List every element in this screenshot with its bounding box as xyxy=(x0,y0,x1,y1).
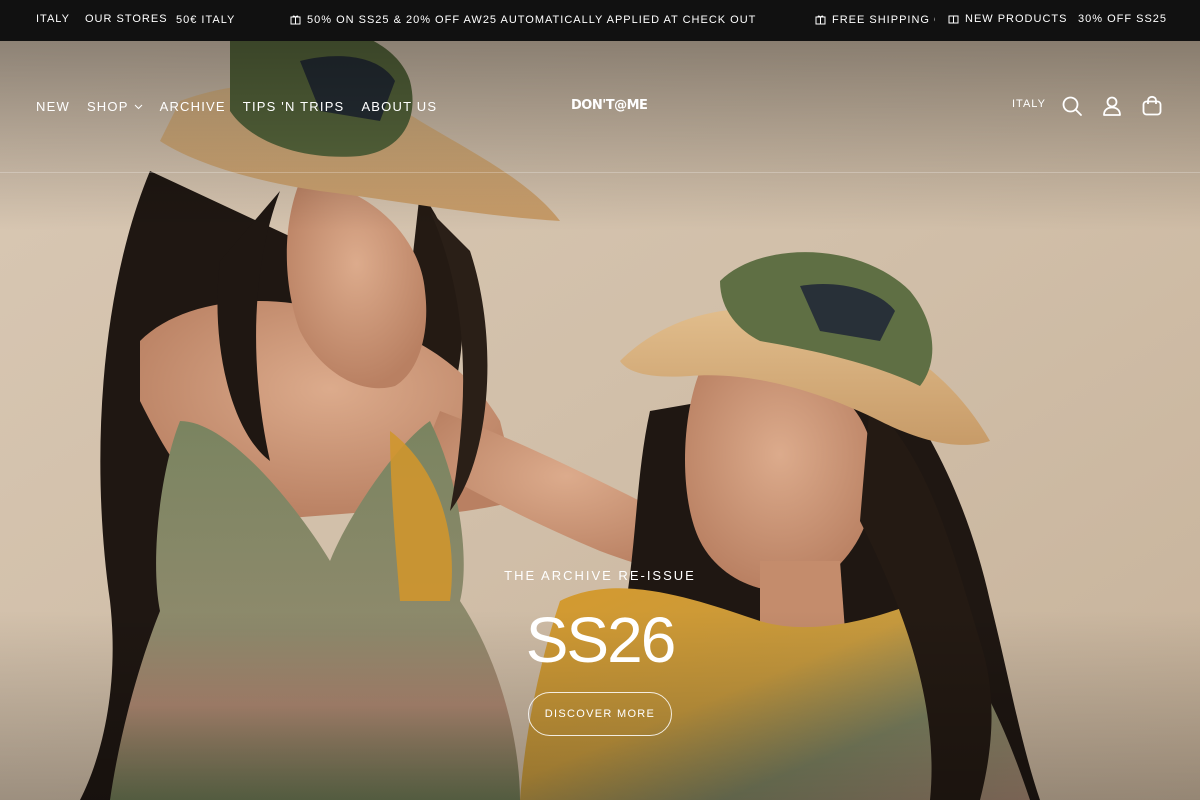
gift-box-icon xyxy=(815,15,826,25)
announcement-bar: ITALY OUR STORES 50€ ITALY 50% ON SS25 &… xyxy=(0,0,1200,41)
search-icon[interactable] xyxy=(1061,95,1083,117)
nav-item-new[interactable]: NEW xyxy=(36,99,70,114)
nav-item-shop-label: SHOP xyxy=(86,99,129,114)
nav-item-archive[interactable]: ARCHIVE xyxy=(160,99,226,114)
gift-box-icon xyxy=(948,15,959,24)
account-icon[interactable] xyxy=(1101,95,1123,117)
new-products-text: NEW PRODUCTS xyxy=(965,13,1068,25)
free-shipping-text: FREE SHIPPING O xyxy=(832,14,935,26)
cart-icon[interactable] xyxy=(1141,95,1163,117)
promo-text: 50% ON SS25 & 20% OFF AW25 AUTOMATICALLY… xyxy=(307,14,757,26)
free-shipping-message: FREE SHIPPING O xyxy=(815,14,935,26)
discover-more-button[interactable]: DISCOVER MORE xyxy=(528,692,672,736)
shipping-threshold-text: 50€ ITALY xyxy=(176,14,236,26)
header-country-selector[interactable]: ITALY xyxy=(1012,98,1046,110)
gift-box-icon xyxy=(290,15,301,25)
nav-item-about-us[interactable]: ABOUT US xyxy=(361,99,437,114)
ss25-offer-text: 30% OFF SS25 xyxy=(1078,13,1168,25)
chevron-down-icon xyxy=(134,104,142,109)
site-header: NEW SHOP ARCHIVE TIPS 'N TRIPS ABOUT US … xyxy=(0,41,1200,173)
new-products-message: NEW PRODUCTS xyxy=(948,13,1067,25)
promo-message: 50% ON SS25 & 20% OFF AW25 AUTOMATICALLY… xyxy=(290,14,756,26)
hero-eyebrow: THE ARCHIVE RE-ISSUE xyxy=(504,568,696,583)
hero-headline: SS26 xyxy=(525,604,677,676)
our-stores-link[interactable]: OUR STORES xyxy=(85,13,168,25)
main-nav: NEW SHOP ARCHIVE TIPS 'N TRIPS ABOUT US xyxy=(36,99,454,114)
country-selector-link[interactable]: ITALY xyxy=(36,13,70,25)
nav-item-shop[interactable]: SHOP xyxy=(87,99,143,114)
nav-item-tips-n-trips[interactable]: TIPS 'N TRIPS xyxy=(243,99,345,114)
site-logo[interactable]: DON'T@ME xyxy=(571,98,648,113)
